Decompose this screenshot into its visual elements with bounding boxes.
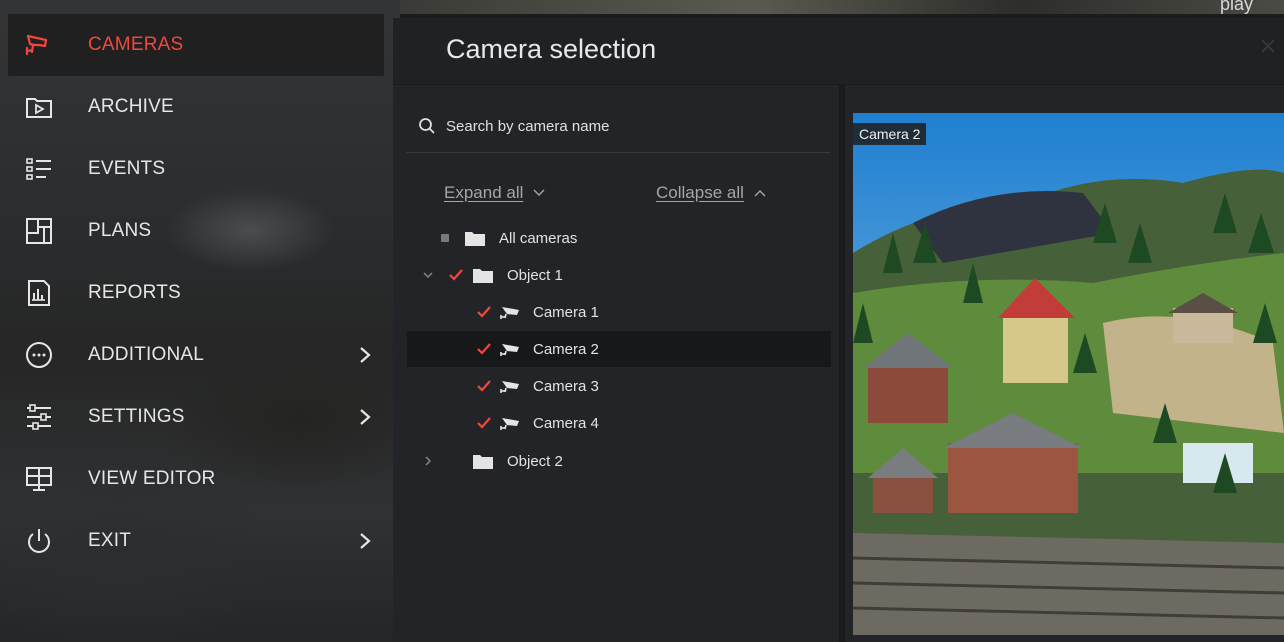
tree-label: All cameras xyxy=(499,229,578,247)
chevron-up-icon xyxy=(754,190,766,197)
close-icon[interactable] xyxy=(1258,36,1278,56)
tree-label: Camera 4 xyxy=(533,414,599,432)
tree-item-camera-2[interactable]: Camera 2 xyxy=(407,331,831,367)
power-icon xyxy=(22,524,56,558)
more-icon xyxy=(22,338,56,372)
checkmark-icon[interactable] xyxy=(477,380,491,392)
main-nav-menu: CAMERAS ARCHIVE EVENTS PLANS REPORTS ADD… xyxy=(8,14,388,642)
nav-label-exit: EXIT xyxy=(88,530,132,551)
camera-icon xyxy=(500,418,519,430)
nav-label-events: EVENTS xyxy=(88,158,166,179)
nav-label-plans: PLANS xyxy=(88,220,152,241)
camera-icon xyxy=(500,307,519,319)
preview-pane: Camera 2 xyxy=(845,85,1284,642)
events-list-icon xyxy=(22,152,56,186)
tree-label: Camera 1 xyxy=(533,303,599,321)
tree-item-camera-4[interactable]: Camera 4 xyxy=(407,405,831,441)
nav-label-archive: ARCHIVE xyxy=(88,96,174,117)
nav-label-reports: REPORTS xyxy=(88,282,181,303)
tree-label: Camera 2 xyxy=(533,340,599,358)
archive-play-icon xyxy=(22,90,56,124)
dialog-title: Camera selection xyxy=(446,34,657,64)
top-camera-strip: play xyxy=(400,0,1284,14)
reports-icon xyxy=(22,276,56,310)
dialog-header: Camera selection xyxy=(393,18,1284,85)
folder-icon xyxy=(473,454,493,469)
partial-state-icon xyxy=(441,234,449,242)
chevron-down-icon xyxy=(533,189,545,196)
nav-item-settings[interactable]: SETTINGS xyxy=(8,386,384,448)
nav-item-plans[interactable]: PLANS xyxy=(8,200,384,262)
nav-label-view-editor: VIEW EDITOR xyxy=(88,468,216,489)
nav-label-settings: SETTINGS xyxy=(88,406,185,427)
plans-icon xyxy=(22,214,56,248)
top-strip-title: play xyxy=(1220,0,1254,14)
chevron-down-icon[interactable] xyxy=(423,270,433,280)
search-icon xyxy=(419,118,435,134)
preview-camera-label: Camera 2 xyxy=(853,123,927,145)
nav-item-additional[interactable]: ADDITIONAL xyxy=(8,324,384,386)
nav-item-exit[interactable]: EXIT xyxy=(8,510,384,572)
checkmark-icon[interactable] xyxy=(477,306,491,318)
camera-icon xyxy=(500,344,519,356)
chevron-right-icon xyxy=(360,409,371,425)
chevron-right-icon xyxy=(360,347,371,363)
camera-tree-pane: Expand all Collapse all All cameras Obje… xyxy=(393,85,839,642)
tree-label: Object 2 xyxy=(507,452,563,470)
camera-preview-image xyxy=(853,113,1284,635)
tree-item-object-1[interactable]: Object 1 xyxy=(407,257,831,293)
camera-icon xyxy=(22,28,56,62)
camera-icon xyxy=(500,381,519,393)
tree-item-object-2[interactable]: Object 2 xyxy=(407,443,831,479)
monitor-icon xyxy=(22,462,56,496)
nav-label-additional: ADDITIONAL xyxy=(88,344,205,365)
chevron-right-icon xyxy=(360,533,371,549)
camera-selection-dialog: Camera selection Expand all Collapse all… xyxy=(393,18,1284,642)
checkmark-icon[interactable] xyxy=(477,417,491,429)
camera-preview: Camera 2 xyxy=(853,113,1284,635)
expand-all-button[interactable]: Expand all xyxy=(444,183,545,203)
chevron-right-icon[interactable] xyxy=(423,456,433,466)
tree-item-camera-3[interactable]: Camera 3 xyxy=(407,368,831,404)
tree-item-all-cameras[interactable]: All cameras xyxy=(407,220,831,256)
tree-item-camera-1[interactable]: Camera 1 xyxy=(407,294,831,330)
checkmark-icon[interactable] xyxy=(449,269,463,281)
nav-item-events[interactable]: EVENTS xyxy=(8,138,384,200)
tree-label: Camera 3 xyxy=(533,377,599,395)
sliders-icon xyxy=(22,400,56,434)
tree-label: Object 1 xyxy=(507,266,563,284)
folder-icon xyxy=(473,268,493,283)
search-input[interactable] xyxy=(446,113,816,139)
nav-item-cameras[interactable]: CAMERAS xyxy=(8,14,384,76)
checkmark-icon[interactable] xyxy=(477,343,491,355)
expand-all-label: Expand all xyxy=(444,183,524,202)
nav-item-view-editor[interactable]: VIEW EDITOR xyxy=(8,448,384,510)
search-bar xyxy=(406,109,830,153)
nav-item-reports[interactable]: REPORTS xyxy=(8,262,384,324)
collapse-all-button[interactable]: Collapse all xyxy=(656,183,766,203)
folder-icon xyxy=(465,231,485,246)
nav-item-archive[interactable]: ARCHIVE xyxy=(8,76,384,138)
nav-label-cameras: CAMERAS xyxy=(88,34,184,55)
collapse-all-label: Collapse all xyxy=(656,183,744,202)
